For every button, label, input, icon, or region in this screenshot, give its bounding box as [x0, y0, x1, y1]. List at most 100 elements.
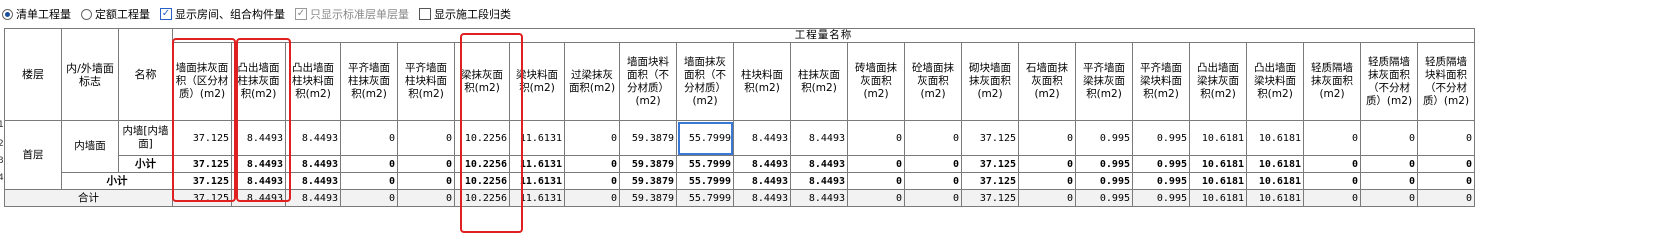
value-cell[interactable]: 0 [564, 172, 620, 190]
value-cell[interactable]: 0 [564, 155, 620, 173]
value-cell[interactable]: 8.4493 [790, 189, 848, 207]
radio-list-quantity[interactable]: 清单工程量 [2, 6, 71, 22]
value-cell[interactable]: 8.4493 [285, 189, 341, 207]
value-cell[interactable]: 55.7999 [676, 120, 734, 156]
column-header[interactable]: 砼墙面抹灰面积(m2) [904, 42, 962, 121]
header-floor[interactable]: 楼层 [4, 28, 62, 121]
column-header[interactable]: 墙面块料面积（不分材质）(m2) [619, 42, 677, 121]
value-cell[interactable]: 0 [397, 120, 455, 156]
column-header[interactable]: 墙面抹灰面积（区分材质）(m2) [172, 42, 232, 121]
value-cell[interactable]: 8.4493 [285, 155, 341, 173]
column-header[interactable]: 轻质隔墙抹灰面积（不分材质）(m2) [1360, 42, 1418, 121]
value-cell[interactable]: 10.6181 [1246, 120, 1304, 156]
value-cell[interactable]: 11.6131 [509, 172, 565, 190]
column-header[interactable]: 砖墙面抹灰面积(m2) [847, 42, 905, 121]
value-cell[interactable]: 55.7999 [676, 155, 734, 173]
value-cell[interactable]: 10.6181 [1189, 155, 1247, 173]
value-cell[interactable]: 55.7999 [676, 189, 734, 207]
value-cell[interactable]: 0 [564, 189, 620, 207]
value-cell[interactable]: 0.995 [1075, 120, 1133, 156]
value-cell[interactable]: 37.125 [961, 189, 1019, 207]
value-cell[interactable]: 0.995 [1075, 172, 1133, 190]
value-cell[interactable]: 0 [847, 189, 905, 207]
radio-selected-icon[interactable] [2, 8, 13, 20]
value-cell[interactable]: 10.6181 [1246, 189, 1304, 207]
column-header[interactable]: 柱块料面积(m2) [733, 42, 791, 121]
value-cell[interactable]: 0 [1360, 172, 1418, 190]
value-cell[interactable]: 0 [1303, 189, 1361, 207]
value-cell[interactable]: 59.3879 [619, 172, 677, 190]
value-cell[interactable]: 0 [1417, 189, 1475, 207]
value-cell[interactable]: 0 [1018, 120, 1076, 156]
checkbox-unchecked-icon[interactable] [419, 8, 431, 20]
value-cell[interactable]: 0 [1417, 155, 1475, 173]
column-header[interactable]: 平齐墙面梁块料面积(m2) [1132, 42, 1190, 121]
value-cell[interactable]: 59.3879 [619, 155, 677, 173]
value-cell[interactable]: 8.4493 [733, 155, 791, 173]
checkbox-standard-floor[interactable]: ✓ 只显示标准层单层量 [295, 6, 409, 22]
value-cell[interactable]: 10.6181 [1246, 172, 1304, 190]
column-header[interactable]: 平齐墙面梁抹灰面积(m2) [1075, 42, 1133, 121]
value-cell[interactable]: 8.4493 [790, 120, 848, 156]
radio-quota-quantity[interactable]: 定额工程量 [81, 6, 150, 22]
value-cell[interactable]: 8.4493 [733, 189, 791, 207]
column-header[interactable]: 凸出墙面柱块料面积(m2) [285, 42, 341, 121]
value-cell[interactable]: 37.125 [961, 155, 1019, 173]
column-header[interactable]: 平齐墙面柱抹灰面积(m2) [340, 42, 398, 121]
value-cell[interactable]: 0 [904, 155, 962, 173]
value-cell[interactable]: 0.995 [1132, 172, 1190, 190]
column-header[interactable]: 梁抹灰面积(m2) [454, 42, 510, 121]
value-cell[interactable]: 37.125 [172, 120, 232, 156]
value-cell[interactable]: 0 [397, 172, 455, 190]
column-header[interactable]: 凸出墙面梁抹灰面积(m2) [1189, 42, 1247, 121]
value-cell[interactable]: 8.4493 [231, 120, 286, 156]
column-header[interactable]: 平齐墙面柱块料面积(m2) [397, 42, 455, 121]
cell-subtotal-label[interactable]: 小计 [118, 155, 173, 173]
radio-unselected-icon[interactable] [81, 8, 92, 20]
checkbox-checked-disabled-icon[interactable]: ✓ [295, 8, 307, 20]
value-cell[interactable]: 0 [340, 172, 398, 190]
column-header[interactable]: 石墙面抹灰面积(m2) [1018, 42, 1076, 121]
value-cell[interactable]: 0 [340, 155, 398, 173]
value-cell[interactable]: 0 [1018, 189, 1076, 207]
value-cell[interactable]: 0 [904, 172, 962, 190]
value-cell[interactable]: 10.2256 [454, 189, 510, 207]
cell-item-name[interactable]: 内墙[内墙面] [118, 120, 173, 156]
column-header[interactable]: 过梁抹灰面积(m2) [564, 42, 620, 121]
value-cell[interactable]: 0 [1303, 155, 1361, 173]
value-cell[interactable]: 8.4493 [285, 172, 341, 190]
column-header[interactable]: 墙面抹灰面积（不分材质）(m2) [676, 42, 734, 121]
value-cell[interactable]: 0 [847, 172, 905, 190]
cell-wall-flag[interactable]: 内墙面 [61, 120, 119, 173]
value-cell[interactable]: 8.4493 [231, 189, 286, 207]
value-cell[interactable]: 8.4493 [733, 120, 791, 156]
value-cell[interactable]: 0 [1417, 120, 1475, 156]
column-header[interactable]: 凸出墙面柱抹灰面积(m2) [231, 42, 286, 121]
value-cell[interactable]: 0.995 [1132, 120, 1190, 156]
value-cell[interactable]: 10.2256 [454, 172, 510, 190]
value-cell[interactable]: 0.995 [1075, 189, 1133, 207]
value-cell[interactable]: 0 [1018, 172, 1076, 190]
value-cell[interactable]: 11.6131 [509, 189, 565, 207]
value-cell[interactable]: 0 [904, 120, 962, 156]
value-cell[interactable]: 59.3879 [619, 189, 677, 207]
value-cell[interactable]: 11.6131 [509, 120, 565, 156]
value-cell[interactable]: 0 [1360, 189, 1418, 207]
value-cell[interactable]: 0.995 [1132, 189, 1190, 207]
value-cell[interactable]: 37.125 [961, 172, 1019, 190]
value-cell[interactable]: 11.6131 [509, 155, 565, 173]
column-header[interactable]: 凸出墙面梁块料面积(m2) [1246, 42, 1304, 121]
value-cell[interactable]: 0 [1360, 155, 1418, 173]
value-cell[interactable]: 0.995 [1132, 155, 1190, 173]
value-cell[interactable]: 10.6181 [1189, 172, 1247, 190]
column-header[interactable]: 梁块料面积(m2) [509, 42, 565, 121]
value-cell[interactable]: 0 [1018, 155, 1076, 173]
value-cell[interactable]: 10.2256 [454, 155, 510, 173]
value-cell[interactable]: 0 [1417, 172, 1475, 190]
checkbox-show-sections[interactable]: 显示施工段归类 [419, 6, 511, 22]
value-cell[interactable]: 37.125 [172, 189, 232, 207]
value-cell[interactable]: 8.4493 [285, 120, 341, 156]
value-cell[interactable]: 0 [397, 155, 455, 173]
value-cell[interactable]: 0 [1303, 120, 1361, 156]
column-header[interactable]: 柱抹灰面积(m2) [790, 42, 848, 121]
